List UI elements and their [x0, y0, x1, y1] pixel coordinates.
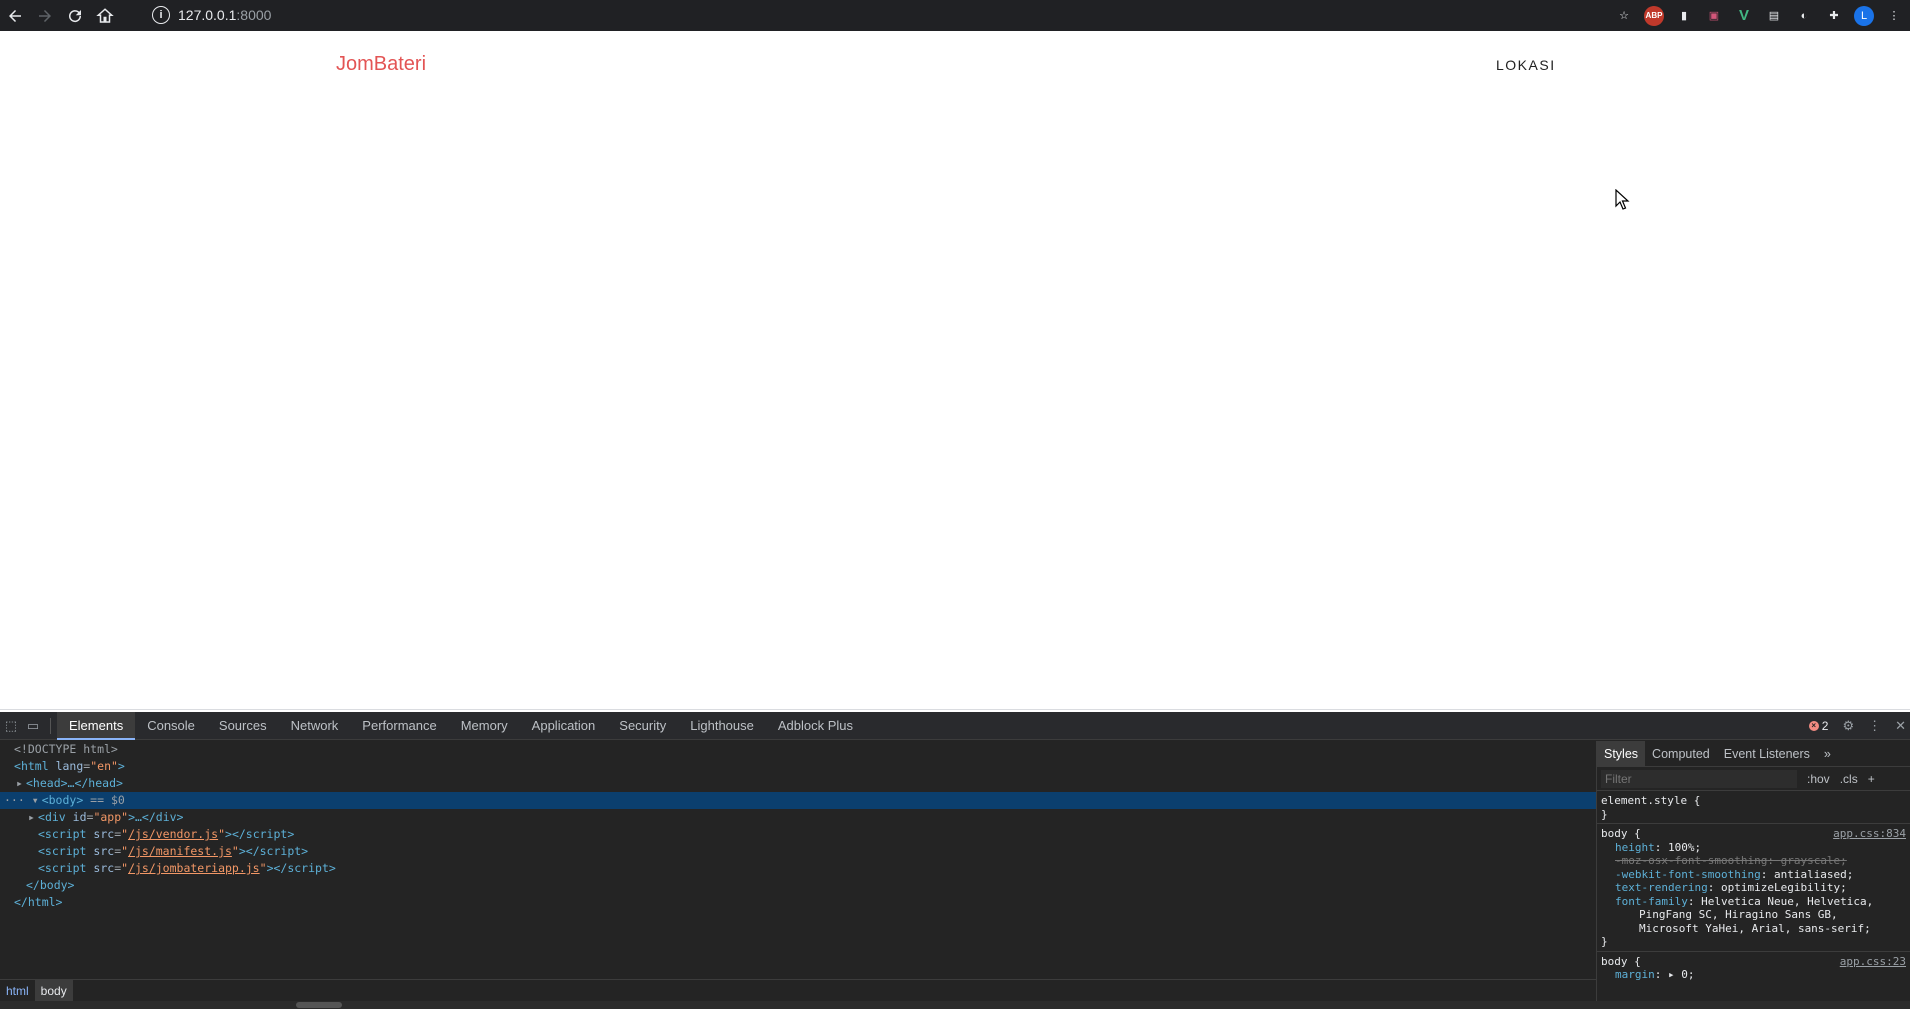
mouse-cursor-icon — [1615, 189, 1630, 210]
dom-node-html[interactable]: <html lang="en"> — [0, 758, 1596, 775]
expand-triangle-icon[interactable]: ▸ — [28, 809, 38, 826]
styles-pane: Styles Computed Event Listeners » :hov .… — [1596, 741, 1910, 1001]
css-value-continuation: Microsoft YaHei, Arial, sans-serif; — [1639, 921, 1871, 935]
tab-console[interactable]: Console — [135, 712, 207, 740]
breadcrumb: html body — [0, 979, 1596, 1002]
page-viewport: JomBateri LOKASI — [0, 31, 1910, 710]
divider — [50, 717, 51, 734]
collapse-triangle-icon[interactable]: ▾ — [32, 792, 42, 809]
expand-triangle-icon[interactable]: ▸ — [16, 775, 26, 792]
extension-icon[interactable]: ◐ — [1794, 6, 1814, 26]
devtools-panel: ⬚ ▭ Elements Console Sources Network Per… — [0, 711, 1910, 1009]
dom-node-div-app[interactable]: ▸ <div id="app">…</div> — [0, 809, 1596, 826]
dom-node-script[interactable]: <script src="/js/manifest.js"></script> — [0, 843, 1596, 860]
error-count-badge[interactable]: × 2 — [1808, 719, 1828, 733]
brand-logo-link[interactable]: JomBateri — [336, 53, 426, 76]
dom-node-script[interactable]: <script src="/js/jombateriapp.js"></scri… — [0, 860, 1596, 877]
hover-state-toggle[interactable]: :hov — [1807, 772, 1830, 786]
tab-network[interactable]: Network — [279, 712, 351, 740]
forward-icon[interactable] — [30, 1, 60, 31]
url-text: 127.0.0.1:8000 — [178, 7, 272, 23]
css-property[interactable]: text-rendering: optimizeLegibility; — [1601, 881, 1906, 895]
address-bar[interactable]: i 127.0.0.1:8000 — [140, 3, 1600, 27]
tab-elements[interactable]: Elements — [57, 711, 136, 740]
source-link[interactable]: app.css:834 — [1833, 827, 1906, 841]
back-icon[interactable] — [0, 1, 30, 31]
tab-computed[interactable]: Computed — [1645, 741, 1717, 767]
settings-gear-icon[interactable]: ⚙ — [1842, 718, 1854, 734]
tab-adblock-plus[interactable]: Adblock Plus — [766, 712, 865, 740]
tab-security[interactable]: Security — [607, 712, 678, 740]
extension-icon[interactable]: ▮ — [1674, 6, 1694, 26]
dom-tree: <!DOCTYPE html> <html lang="en"> ▸ <head>… — [0, 741, 1596, 979]
css-property[interactable]: margin: ▸ 0; — [1601, 968, 1906, 982]
source-link[interactable]: app.css:23 — [1840, 955, 1906, 969]
add-rule-icon[interactable]: + — [1868, 772, 1875, 786]
puzzle-extensions-icon[interactable]: ✚ — [1824, 6, 1844, 26]
css-property[interactable]: -moz-osx-font-smoothing: grayscale; — [1601, 854, 1906, 868]
dom-node-body-close[interactable]: </body> — [0, 877, 1596, 894]
css-rule-body[interactable]: body {app.css:23 margin: ▸ 0; — [1597, 952, 1910, 984]
kebab-menu-icon[interactable]: ⋮ — [1884, 6, 1904, 26]
extension-icon[interactable]: ▤ — [1764, 6, 1784, 26]
dom-node-body[interactable]: ··· ▾ <body> == $0 — [0, 792, 1596, 809]
error-icon: × — [1808, 721, 1819, 731]
more-tabs-icon[interactable]: » — [1817, 741, 1838, 767]
kebab-menu-icon[interactable]: ⋮ — [1868, 718, 1881, 734]
breadcrumb-body[interactable]: body — [34, 979, 73, 1002]
css-property[interactable]: font-family: Helvetica Neue, Helvetica, — [1601, 895, 1906, 909]
bookmark-star-icon[interactable]: ☆ — [1614, 6, 1634, 26]
home-icon[interactable] — [90, 1, 120, 31]
extension-icon[interactable]: ▣ — [1704, 6, 1724, 26]
site-info-icon[interactable]: i — [152, 6, 170, 24]
tab-application[interactable]: Application — [520, 712, 608, 740]
styles-filter-row: :hov .cls + — [1597, 767, 1910, 791]
tab-memory[interactable]: Memory — [449, 712, 520, 740]
css-value-continuation: PingFang SC, Hiragino Sans GB, — [1639, 908, 1838, 921]
device-toolbar-icon[interactable]: ▭ — [22, 712, 44, 740]
dom-node-html-close[interactable]: </html> — [0, 894, 1596, 911]
dom-node-head[interactable]: ▸ <head>…</head> — [0, 775, 1596, 792]
element-style-rule[interactable]: element.style { } — [1597, 791, 1910, 824]
tab-performance[interactable]: Performance — [350, 712, 448, 740]
adblock-plus-icon[interactable]: ABP — [1644, 5, 1664, 26]
dom-node-script[interactable]: <script src="/js/vendor.js"></script> — [0, 826, 1596, 843]
scrollbar-thumb[interactable] — [296, 1002, 342, 1008]
browser-toolbar: i 127.0.0.1:8000 ☆ ABP ▮ ▣ V ▤ ◐ ✚ L ⋮ — [0, 0, 1910, 31]
breadcrumb-html[interactable]: html — [0, 980, 35, 1002]
inspect-element-icon[interactable]: ⬚ — [0, 712, 22, 740]
css-rule-body[interactable]: body {app.css:834 height: 100%; -moz-osx… — [1597, 824, 1910, 952]
tab-sources[interactable]: Sources — [207, 712, 279, 740]
toolbar-actions: ☆ ABP ▮ ▣ V ▤ ◐ ✚ L ⋮ — [1614, 0, 1910, 31]
horizontal-scrollbar[interactable] — [0, 1001, 1910, 1009]
nav-link-lokasi[interactable]: LOKASI — [1496, 57, 1556, 73]
tab-styles[interactable]: Styles — [1597, 741, 1646, 767]
devtools-tabbar: ⬚ ▭ Elements Console Sources Network Per… — [0, 711, 1910, 740]
reload-icon[interactable] — [60, 1, 90, 31]
css-property[interactable]: height: 100%; — [1601, 841, 1906, 855]
tab-lighthouse[interactable]: Lighthouse — [678, 712, 766, 740]
tab-event-listeners[interactable]: Event Listeners — [1717, 741, 1817, 767]
styles-filter-input[interactable] — [1601, 769, 1797, 788]
vue-devtools-icon[interactable]: V — [1734, 6, 1754, 26]
css-property[interactable]: -webkit-font-smoothing: antialiased; — [1601, 868, 1906, 882]
styles-tabbar: Styles Computed Event Listeners » — [1597, 741, 1910, 767]
dom-node-doctype[interactable]: <!DOCTYPE html> — [0, 741, 1596, 758]
devtools-actions: × 2 ⚙ ⋮ ✕ — [1808, 712, 1906, 740]
close-icon[interactable]: ✕ — [1895, 718, 1906, 734]
profile-avatar[interactable]: L — [1854, 5, 1874, 26]
class-toggle[interactable]: .cls — [1840, 772, 1858, 786]
